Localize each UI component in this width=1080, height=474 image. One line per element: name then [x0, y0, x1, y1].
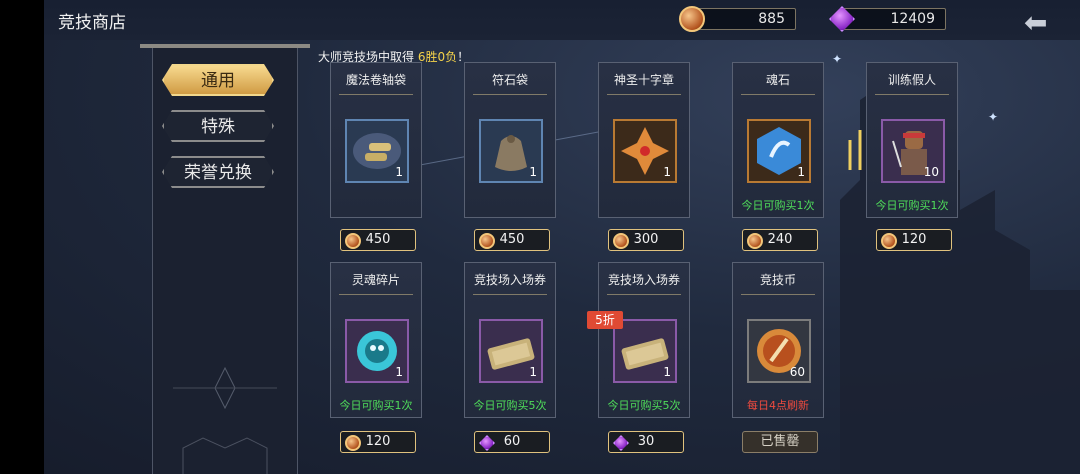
arena-coin-icon	[747, 233, 763, 249]
item-quantity: 1	[395, 365, 403, 379]
divider	[741, 94, 815, 95]
ticker-highlight: 6胜0负	[417, 50, 458, 64]
arena-coin-item-icon: 60	[747, 319, 811, 383]
magic-gem-counter: 12409	[829, 6, 946, 32]
arena-ticket-icon: 1	[613, 319, 677, 383]
arena-coin-icon	[345, 233, 361, 249]
purchase-limit-note: 今日可购买5次	[607, 399, 681, 412]
training-dummy-icon: 10	[881, 119, 945, 183]
shop-item-arena-ticket[interactable]: 竞技场入场券 1 今日可购买5次	[464, 262, 556, 418]
item-quantity: 10	[923, 165, 939, 179]
price-button[interactable]: 450	[474, 229, 550, 251]
star-sparkle: ✦	[832, 52, 843, 66]
price-value: 450	[499, 232, 525, 247]
purchase-limit-note: 今日可购买1次	[339, 399, 413, 412]
holy-cross-icon: 1	[613, 119, 677, 183]
price-value: 450	[365, 232, 391, 247]
discount-badge: 5折	[587, 311, 623, 329]
divider	[473, 294, 547, 295]
item-quantity: 1	[395, 165, 403, 179]
price-value: 60	[503, 434, 521, 449]
divider	[339, 294, 413, 295]
arena-coin-counter: 885	[679, 6, 796, 32]
back-arrow-icon[interactable]: ⬅	[1024, 6, 1047, 39]
item-quantity: 1	[797, 165, 805, 179]
price-button[interactable]: 120	[876, 229, 952, 251]
shop-item-arena-coin[interactable]: 竞技币 60 每日4点刷新	[732, 262, 824, 418]
shop-item-rune-bag[interactable]: 符石袋 1	[464, 62, 556, 218]
price-value: 30	[637, 434, 655, 449]
magic-gem-icon	[479, 435, 495, 451]
item-quantity: 1	[529, 365, 537, 379]
purchase-limit-note: 今日可购买1次	[741, 199, 815, 212]
shop-item-soul-stone[interactable]: 魂石 1 今日可购买1次	[732, 62, 824, 218]
divider	[607, 294, 681, 295]
price-button[interactable]: 30	[608, 431, 684, 453]
sidebar-ornament	[173, 366, 277, 474]
purchase-limit-note: 今日可购买5次	[473, 399, 547, 412]
magic-gem-icon	[613, 435, 629, 451]
arena-shop-screen: ✦ ✦ · · 竞技商店 885 12409 ⬅ 通用 特殊 荣誉兑换 大师竞技…	[0, 0, 1080, 474]
price-button[interactable]: 300	[608, 229, 684, 251]
item-name: 符石袋	[491, 73, 528, 87]
item-quantity: 60	[789, 365, 805, 379]
shop-item-training-dummy[interactable]: 训练假人 10 今日可购买1次	[866, 62, 958, 218]
soul-fragment-icon: 1	[345, 319, 409, 383]
price-button[interactable]: 120	[340, 431, 416, 453]
item-name: 竞技币	[759, 273, 796, 287]
price-button[interactable]: 60	[474, 431, 550, 453]
price-button[interactable]: 450	[340, 229, 416, 251]
item-name: 竞技场入场券	[473, 273, 546, 287]
page-title: 竞技商店	[58, 13, 126, 33]
screen-edge	[0, 0, 44, 474]
arena-coin-icon	[345, 435, 361, 451]
refresh-note: 每日4点刷新	[747, 399, 809, 412]
shop-item-scroll-bag[interactable]: 魔法卷轴袋 1	[330, 62, 422, 218]
arena-coin-icon	[679, 6, 705, 32]
item-name: 灵魂碎片	[351, 273, 400, 287]
shop-item-soul-fragment[interactable]: 灵魂碎片 1 今日可购买1次	[330, 262, 422, 418]
tab-special[interactable]: 特殊	[162, 110, 274, 142]
price-value: 120	[365, 434, 391, 449]
arena-coin-icon	[881, 233, 897, 249]
arena-ticket-icon: 1	[479, 319, 543, 383]
rune-bag-icon: 1	[479, 119, 543, 183]
arena-coin-value: 885	[758, 11, 785, 27]
divider	[741, 294, 815, 295]
sold-out-label: 已售罄	[742, 431, 818, 453]
price-value: 300	[633, 232, 659, 247]
divider	[473, 94, 547, 95]
star-sparkle: ✦	[988, 110, 999, 124]
shop-item-arena-ticket-discounted[interactable]: 竞技场入场券 1 5折 今日可购买5次	[587, 262, 690, 418]
divider	[607, 94, 681, 95]
item-name: 魔法卷轴袋	[345, 73, 406, 87]
item-name: 魂石	[765, 73, 790, 87]
item-quantity: 1	[663, 165, 671, 179]
price-button[interactable]: 240	[742, 229, 818, 251]
divider	[339, 94, 413, 95]
magic-gem-value: 12409	[890, 11, 935, 27]
item-name: 训练假人	[887, 73, 936, 87]
purchase-limit-note: 今日可购买1次	[875, 199, 949, 212]
item-quantity: 1	[663, 365, 671, 379]
item-name: 竞技场入场券	[607, 273, 680, 287]
divider	[875, 94, 949, 95]
tab-general[interactable]: 通用	[162, 64, 274, 96]
item-quantity: 1	[529, 165, 537, 179]
arena-coin-icon	[479, 233, 495, 249]
tab-honor-exchange[interactable]: 荣誉兑换	[162, 156, 274, 188]
shop-item-holy-cross[interactable]: 神圣十字章 1	[598, 62, 690, 218]
price-value: 120	[901, 232, 927, 247]
price-value: 240	[767, 232, 793, 247]
item-name: 神圣十字章	[613, 73, 674, 87]
arena-coin-icon	[613, 233, 629, 249]
scroll-bag-icon: 1	[345, 119, 409, 183]
soul-stone-icon: 1	[747, 119, 811, 183]
